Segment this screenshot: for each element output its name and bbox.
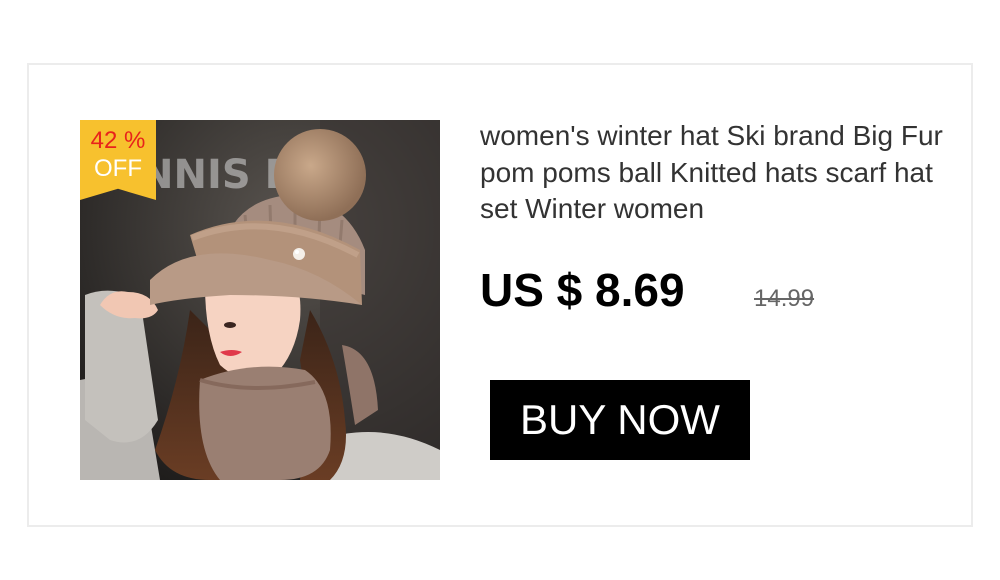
discount-off-label: OFF [94, 155, 142, 182]
sale-price: US $ 8.69 [480, 264, 685, 316]
discount-badge: 42 % OFF [80, 120, 156, 200]
discount-percent: 42 % [90, 127, 146, 154]
product-title[interactable]: women's winter hat Ski brand Big Fur pom… [480, 118, 950, 228]
original-price: 14.99 [754, 285, 815, 312]
buy-now-button[interactable]: BUY NOW [490, 380, 750, 460]
